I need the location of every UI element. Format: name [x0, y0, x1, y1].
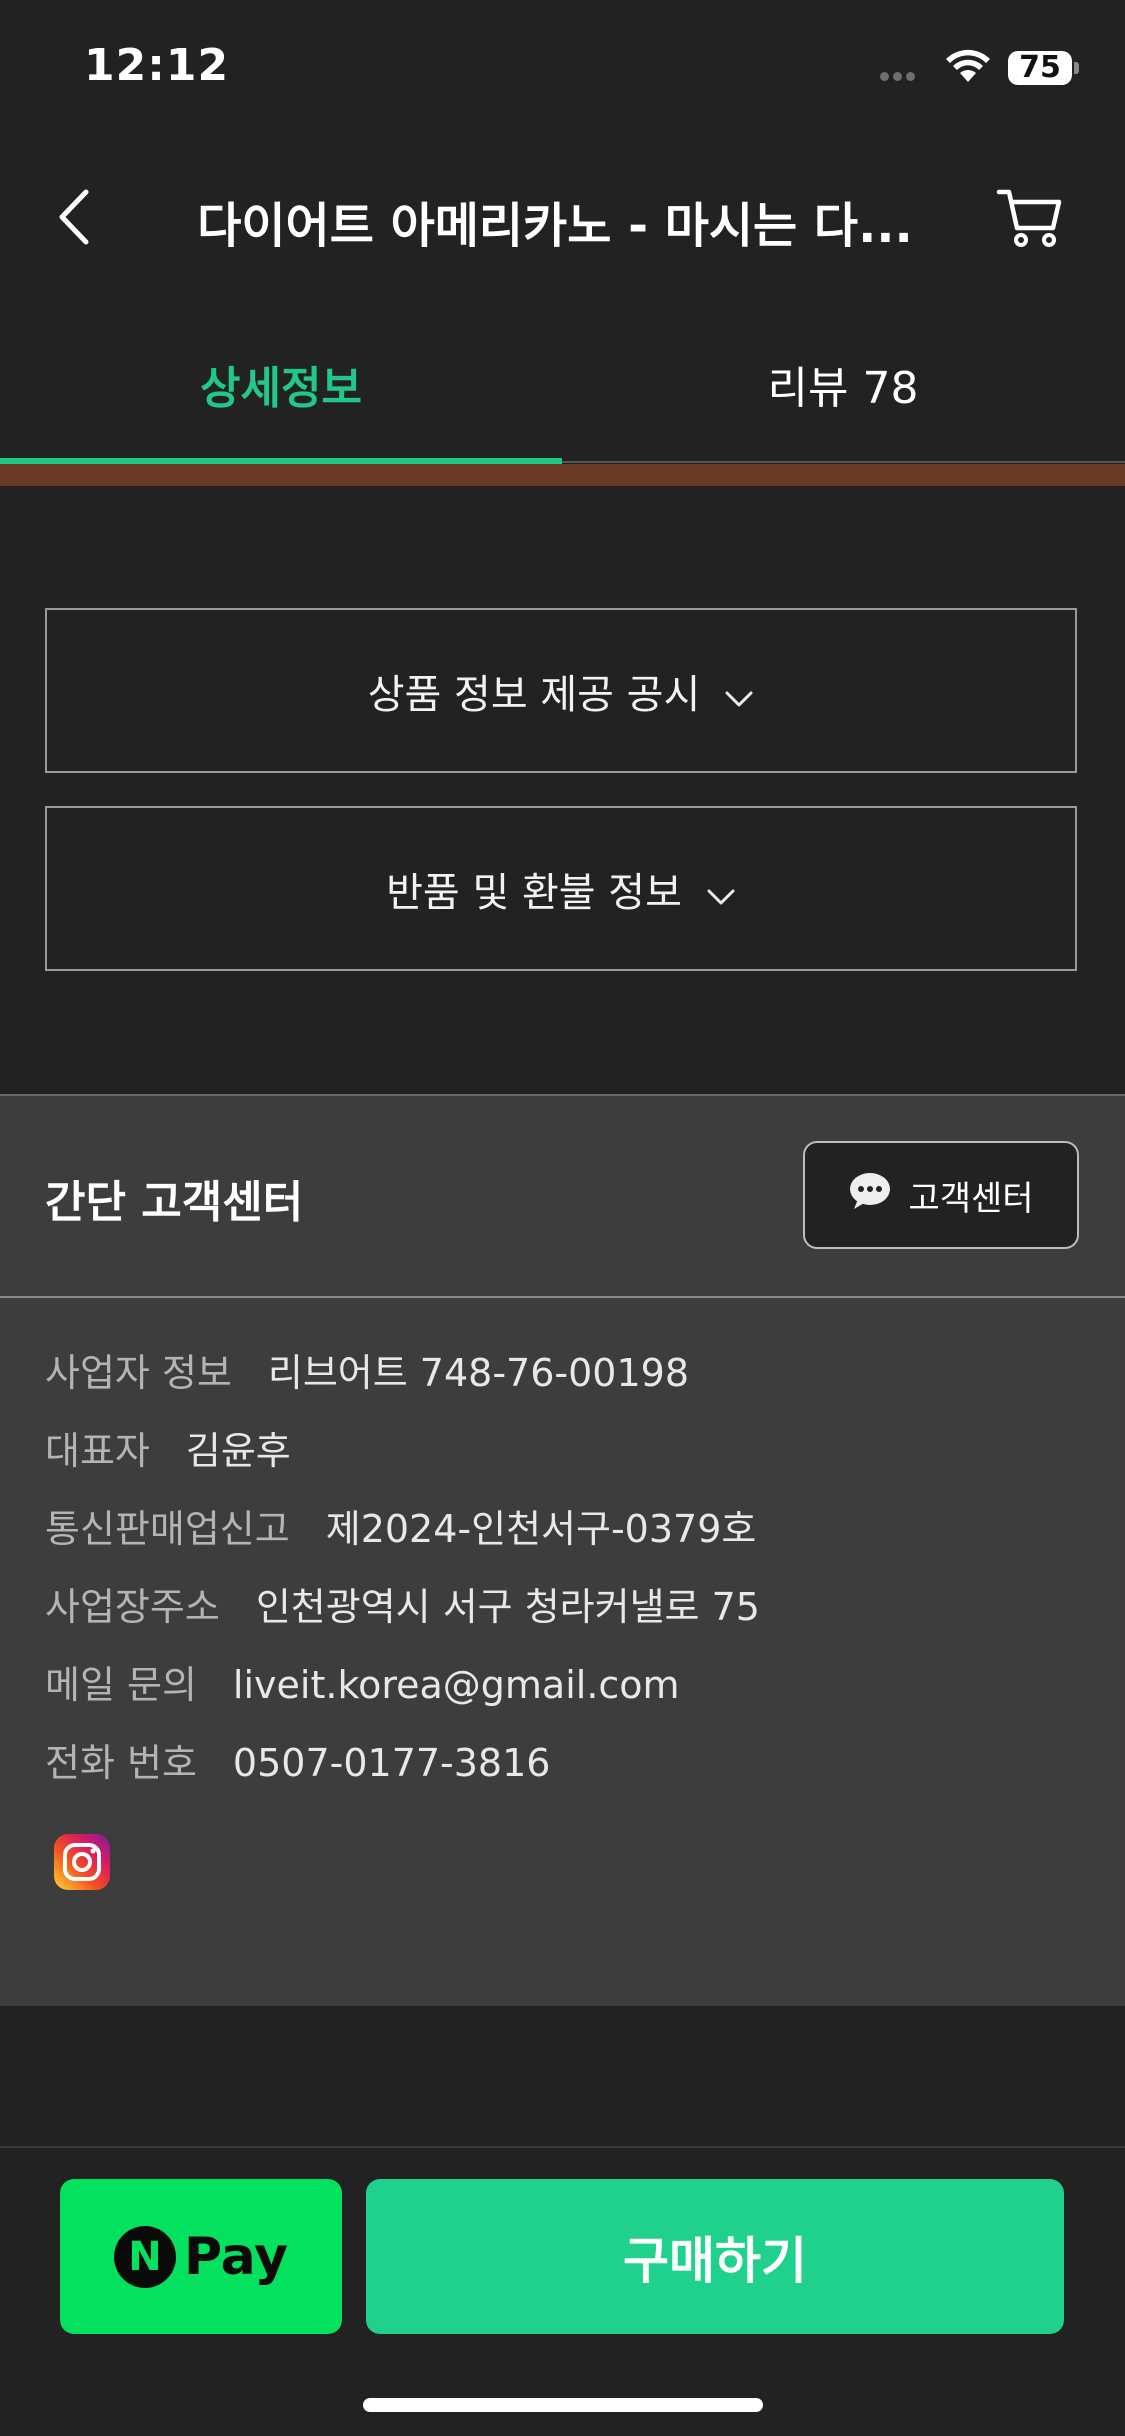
info-label: 전화 번호 — [45, 1741, 197, 1785]
chat-bubble-icon — [848, 1171, 908, 1220]
info-label: 대표자 — [45, 1429, 150, 1473]
chevron-down-icon — [724, 673, 754, 719]
refund-info-accordion[interactable]: 반품 및 환불 정보 — [45, 806, 1077, 971]
battery-indicator: 75 — [1008, 51, 1072, 85]
ceo-row: 대표자 김윤후 — [45, 1420, 291, 1475]
customer-center-button[interactable]: 고객센터 — [803, 1141, 1079, 1249]
buy-button[interactable]: 구매하기 — [366, 2179, 1064, 2334]
instagram-icon[interactable] — [52, 1832, 112, 1896]
naver-n-icon: N — [113, 2225, 176, 2288]
product-notice-accordion[interactable]: 상품 정보 제공 공시 — [45, 608, 1077, 773]
info-value: 제2024-인천서구-0379호 — [325, 1507, 757, 1551]
section-divider — [0, 1296, 1125, 1298]
business-address-row: 사업장주소 인천광역시 서구 청라커낼로 75 — [45, 1576, 760, 1631]
buy-button-label: 구매하기 — [623, 2231, 807, 2290]
info-label: 사업자 정보 — [45, 1351, 232, 1395]
bottom-bar-divider — [0, 2146, 1125, 2148]
phone-row: 전화 번호 0507-0177-3816 — [45, 1732, 550, 1787]
battery-tip-icon — [1074, 62, 1079, 74]
info-label: 통신판매업신고 — [45, 1507, 290, 1551]
npay-label: Pay — [183, 2226, 289, 2287]
signal-dots-icon — [880, 66, 920, 81]
info-value[interactable]: liveit.korea@gmail.com — [233, 1663, 680, 1707]
accordion-label: 반품 및 환불 정보 — [386, 869, 682, 916]
back-icon[interactable] — [52, 182, 96, 256]
info-label: 사업장주소 — [45, 1585, 220, 1629]
info-value: 인천광역시 서구 청라커낼로 75 — [255, 1585, 760, 1629]
tab-reviews[interactable]: 리뷰 78 — [562, 352, 1124, 416]
npay-button[interactable]: N Pay — [60, 2179, 342, 2334]
email-row: 메일 문의 liveit.korea@gmail.com — [45, 1654, 680, 1709]
chevron-down-icon — [706, 871, 736, 917]
home-indicator[interactable] — [363, 2398, 763, 2412]
tab-detail-info[interactable]: 상세정보 — [0, 352, 562, 416]
mail-order-registration-row: 통신판매업신고 제2024-인천서구-0379호 — [45, 1498, 756, 1553]
info-value: 김윤후 — [185, 1429, 291, 1473]
customer-center-title: 간단 고객센터 — [45, 1177, 304, 1228]
product-image-edge — [0, 464, 1125, 486]
cart-icon[interactable] — [995, 184, 1065, 254]
customer-center-button-label: 고객센터 — [908, 1178, 1034, 1219]
page-title: 다이어트 아메리카노 - 마시는 다... — [197, 198, 913, 254]
tab-divider — [562, 461, 1125, 463]
wifi-icon — [944, 48, 992, 88]
info-value: 리브어트 748-76-00198 — [267, 1351, 690, 1395]
accordion-label: 상품 정보 제공 공시 — [367, 671, 701, 718]
info-value[interactable]: 0507-0177-3816 — [233, 1741, 551, 1785]
business-info-row: 사업자 정보 리브어트 748-76-00198 — [45, 1342, 689, 1397]
status-time: 12:12 — [84, 40, 230, 91]
info-label: 메일 문의 — [45, 1663, 197, 1707]
